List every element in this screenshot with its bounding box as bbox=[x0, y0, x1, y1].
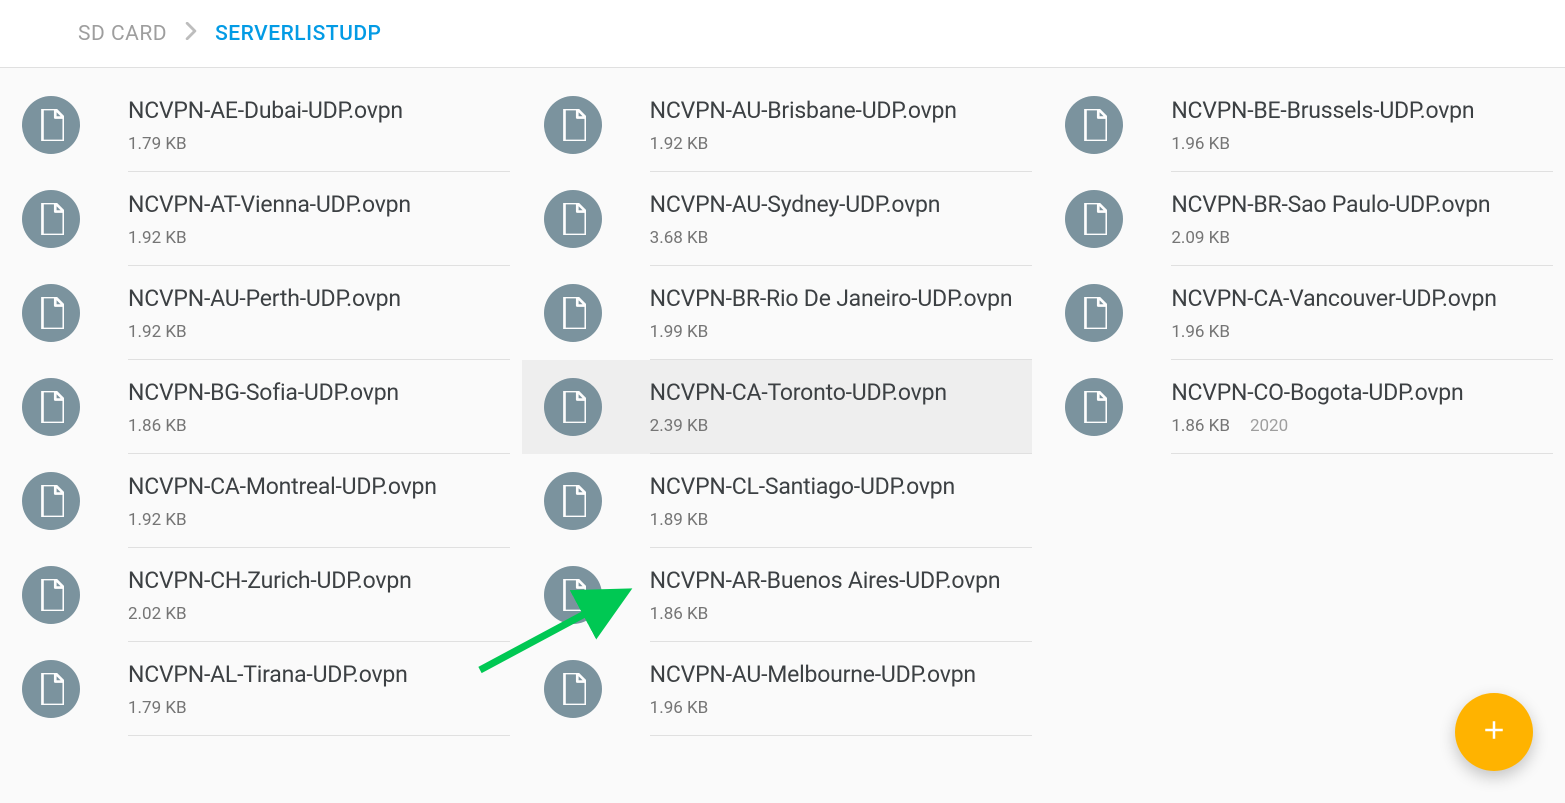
file-icon bbox=[1065, 190, 1123, 248]
file-size: 2.02 KB bbox=[128, 604, 187, 624]
file-meta: NCVPN-AT-Vienna-UDP.ovpn 1.92 KB bbox=[128, 186, 510, 266]
file-item[interactable]: NCVPN-BG-Sofia-UDP.ovpn 1.86 KB bbox=[0, 360, 510, 454]
file-item[interactable]: NCVPN-AU-Brisbane-UDP.ovpn 1.92 KB bbox=[522, 78, 1032, 172]
breadcrumb-current[interactable]: SERVERLISTUDP bbox=[215, 22, 381, 46]
file-icon bbox=[22, 96, 80, 154]
file-meta: NCVPN-CA-Toronto-UDP.ovpn 2.39 KB bbox=[650, 374, 1032, 454]
file-size: 1.92 KB bbox=[128, 510, 187, 530]
file-icon bbox=[22, 284, 80, 342]
file-icon bbox=[544, 190, 602, 248]
file-item[interactable]: NCVPN-CA-Montreal-UDP.ovpn 1.92 KB bbox=[0, 454, 510, 548]
file-icon bbox=[22, 190, 80, 248]
file-name: NCVPN-AT-Vienna-UDP.ovpn bbox=[128, 189, 492, 221]
file-meta: NCVPN-CA-Montreal-UDP.ovpn 1.92 KB bbox=[128, 468, 510, 548]
file-icon bbox=[544, 566, 602, 624]
file-icon bbox=[1065, 378, 1123, 436]
file-name: NCVPN-AU-Sydney-UDP.ovpn bbox=[650, 189, 1014, 221]
file-icon bbox=[544, 660, 602, 718]
chevron-right-icon bbox=[185, 22, 197, 45]
file-meta: NCVPN-CO-Bogota-UDP.ovpn 1.86 KB 2020 bbox=[1171, 374, 1553, 454]
file-size: 2.39 KB bbox=[650, 416, 709, 436]
file-meta: NCVPN-CH-Zurich-UDP.ovpn 2.02 KB bbox=[128, 562, 510, 642]
file-item[interactable]: NCVPN-AU-Sydney-UDP.ovpn 3.68 KB bbox=[522, 172, 1032, 266]
file-item[interactable]: NCVPN-AU-Melbourne-UDP.ovpn 1.96 KB bbox=[522, 642, 1032, 736]
file-date: 2020 bbox=[1250, 416, 1288, 436]
file-size: 1.79 KB bbox=[128, 134, 187, 154]
file-icon bbox=[22, 660, 80, 718]
header-bar: SD CARD SERVERLISTUDP bbox=[0, 0, 1565, 68]
file-name: NCVPN-CA-Vancouver-UDP.ovpn bbox=[1171, 283, 1535, 315]
file-item[interactable]: NCVPN-AU-Perth-UDP.ovpn 1.92 KB bbox=[0, 266, 510, 360]
file-icon bbox=[22, 566, 80, 624]
file-item[interactable]: NCVPN-AE-Dubai-UDP.ovpn 1.79 KB bbox=[0, 78, 510, 172]
file-item[interactable]: NCVPN-AL-Tirana-UDP.ovpn 1.79 KB bbox=[0, 642, 510, 736]
file-name: NCVPN-BR-Sao Paulo-UDP.ovpn bbox=[1171, 189, 1535, 221]
file-meta: NCVPN-BE-Brussels-UDP.ovpn 1.96 KB bbox=[1171, 92, 1553, 172]
file-name: NCVPN-AU-Brisbane-UDP.ovpn bbox=[650, 95, 1014, 127]
file-name: NCVPN-CH-Zurich-UDP.ovpn bbox=[128, 565, 492, 597]
add-button[interactable] bbox=[1455, 693, 1533, 771]
file-item[interactable]: NCVPN-AT-Vienna-UDP.ovpn 1.92 KB bbox=[0, 172, 510, 266]
file-size: 1.89 KB bbox=[650, 510, 709, 530]
file-size: 1.92 KB bbox=[650, 134, 709, 154]
file-meta: NCVPN-CA-Vancouver-UDP.ovpn 1.96 KB bbox=[1171, 280, 1553, 360]
file-icon bbox=[22, 472, 80, 530]
file-icon bbox=[1065, 96, 1123, 154]
file-icon bbox=[544, 472, 602, 530]
file-meta: NCVPN-AR-Buenos Aires-UDP.ovpn 1.86 KB bbox=[650, 562, 1032, 642]
file-size: 1.96 KB bbox=[1171, 322, 1230, 342]
file-size: 1.86 KB bbox=[1171, 416, 1230, 436]
file-icon bbox=[544, 284, 602, 342]
file-name: NCVPN-CL-Santiago-UDP.ovpn bbox=[650, 471, 1014, 503]
file-size: 1.86 KB bbox=[128, 416, 187, 436]
file-size: 1.96 KB bbox=[1171, 134, 1230, 154]
file-meta: NCVPN-BR-Sao Paulo-UDP.ovpn 2.09 KB bbox=[1171, 186, 1553, 266]
file-meta: NCVPN-AU-Brisbane-UDP.ovpn 1.92 KB bbox=[650, 92, 1032, 172]
file-name: NCVPN-BG-Sofia-UDP.ovpn bbox=[128, 377, 492, 409]
file-size: 1.79 KB bbox=[128, 698, 187, 718]
file-meta: NCVPN-BR-Rio De Janeiro-UDP.ovpn 1.99 KB bbox=[650, 280, 1032, 360]
file-name: NCVPN-AR-Buenos Aires-UDP.ovpn bbox=[650, 565, 1014, 597]
file-item[interactable]: NCVPN-BR-Rio De Janeiro-UDP.ovpn 1.99 KB bbox=[522, 266, 1032, 360]
file-item[interactable]: NCVPN-CL-Santiago-UDP.ovpn 1.89 KB bbox=[522, 454, 1032, 548]
file-item[interactable]: NCVPN-CA-Toronto-UDP.ovpn 2.39 KB bbox=[522, 360, 1032, 454]
file-list[interactable]: NCVPN-AE-Dubai-UDP.ovpn 1.79 KB NCVPN-AT-V… bbox=[0, 68, 1565, 803]
file-name: NCVPN-CO-Bogota-UDP.ovpn bbox=[1171, 377, 1535, 409]
file-item[interactable]: NCVPN-BR-Sao Paulo-UDP.ovpn 2.09 KB bbox=[1043, 172, 1553, 266]
file-meta: NCVPN-AL-Tirana-UDP.ovpn 1.79 KB bbox=[128, 656, 510, 736]
file-item[interactable]: NCVPN-CA-Vancouver-UDP.ovpn 1.96 KB bbox=[1043, 266, 1553, 360]
file-meta: NCVPN-CL-Santiago-UDP.ovpn 1.89 KB bbox=[650, 468, 1032, 548]
breadcrumb: SD CARD SERVERLISTUDP bbox=[78, 22, 381, 46]
file-meta: NCVPN-AE-Dubai-UDP.ovpn 1.79 KB bbox=[128, 92, 510, 172]
file-name: NCVPN-CA-Toronto-UDP.ovpn bbox=[650, 377, 1014, 409]
file-icon bbox=[544, 96, 602, 154]
file-meta: NCVPN-AU-Perth-UDP.ovpn 1.92 KB bbox=[128, 280, 510, 360]
breadcrumb-parent[interactable]: SD CARD bbox=[78, 22, 167, 46]
file-name: NCVPN-AU-Perth-UDP.ovpn bbox=[128, 283, 492, 315]
file-icon bbox=[544, 378, 602, 436]
file-size: 1.96 KB bbox=[650, 698, 709, 718]
file-icon bbox=[1065, 284, 1123, 342]
file-size: 1.92 KB bbox=[128, 228, 187, 248]
file-name: NCVPN-BR-Rio De Janeiro-UDP.ovpn bbox=[650, 283, 1014, 315]
file-item[interactable]: NCVPN-BE-Brussels-UDP.ovpn 1.96 KB bbox=[1043, 78, 1553, 172]
file-meta: NCVPN-BG-Sofia-UDP.ovpn 1.86 KB bbox=[128, 374, 510, 454]
file-name: NCVPN-CA-Montreal-UDP.ovpn bbox=[128, 471, 492, 503]
file-item[interactable]: NCVPN-AR-Buenos Aires-UDP.ovpn 1.86 KB bbox=[522, 548, 1032, 642]
file-name: NCVPN-AU-Melbourne-UDP.ovpn bbox=[650, 659, 1014, 691]
file-name: NCVPN-AE-Dubai-UDP.ovpn bbox=[128, 95, 492, 127]
file-size: 3.68 KB bbox=[650, 228, 709, 248]
file-name: NCVPN-BE-Brussels-UDP.ovpn bbox=[1171, 95, 1535, 127]
file-meta: NCVPN-AU-Sydney-UDP.ovpn 3.68 KB bbox=[650, 186, 1032, 266]
file-size: 1.86 KB bbox=[650, 604, 709, 624]
file-size: 1.99 KB bbox=[650, 322, 709, 342]
file-item[interactable]: NCVPN-CH-Zurich-UDP.ovpn 2.02 KB bbox=[0, 548, 510, 642]
plus-icon bbox=[1479, 715, 1509, 749]
file-size: 1.92 KB bbox=[128, 322, 187, 342]
file-meta: NCVPN-AU-Melbourne-UDP.ovpn 1.96 KB bbox=[650, 656, 1032, 736]
file-name: NCVPN-AL-Tirana-UDP.ovpn bbox=[128, 659, 492, 691]
file-icon bbox=[22, 378, 80, 436]
file-size: 2.09 KB bbox=[1171, 228, 1230, 248]
file-item[interactable]: NCVPN-CO-Bogota-UDP.ovpn 1.86 KB 2020 bbox=[1043, 360, 1553, 454]
